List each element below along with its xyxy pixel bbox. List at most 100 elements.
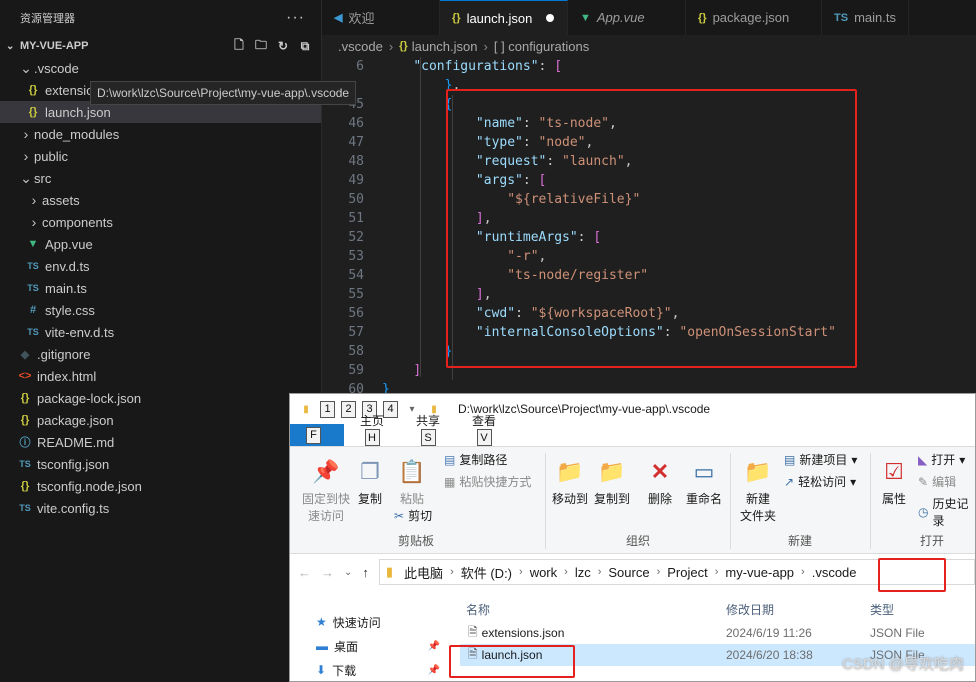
- history-button[interactable]: ◷ 历史记录: [918, 495, 975, 529]
- new-item-button[interactable]: ▤ 新建项目 ▾: [784, 451, 857, 468]
- nav-item-label: 下载: [332, 663, 357, 678]
- tree-item[interactable]: › assets: [0, 189, 321, 211]
- tree-item[interactable]: ◆ .gitignore: [0, 343, 321, 365]
- address-crumb[interactable]: work: [525, 565, 562, 580]
- breadcrumb-item[interactable]: launch.json: [412, 39, 478, 54]
- new-file-icon[interactable]: 🗋: [231, 38, 247, 54]
- line-number: 50: [348, 192, 364, 207]
- tree-item[interactable]: {} package.json: [0, 409, 321, 431]
- new-folder-icon[interactable]: 🗀: [253, 38, 269, 54]
- open-button[interactable]: ◣ 打开 ▾: [918, 451, 965, 468]
- cut-label: 剪切: [408, 509, 433, 523]
- address-crumb[interactable]: 此电脑: [399, 563, 448, 582]
- column-type[interactable]: 类型: [864, 601, 894, 618]
- tree-item-label: public: [34, 148, 68, 164]
- paste-shortcut-button[interactable]: ▦ 粘贴快捷方式: [444, 473, 531, 490]
- tab-package-json[interactable]: {} package.json: [686, 0, 822, 35]
- tab-main-ts[interactable]: TS main.ts: [822, 0, 909, 35]
- address-crumb[interactable]: 软件 (D:): [456, 563, 517, 582]
- address-crumb[interactable]: lzc: [570, 565, 596, 580]
- rename-button[interactable]: ▭ 重命名: [682, 455, 726, 508]
- chevron-right-icon[interactable]: ›: [655, 566, 663, 578]
- chevron-right-icon[interactable]: ›: [596, 566, 604, 578]
- tree-item[interactable]: › public: [0, 145, 321, 167]
- chevron-right-icon[interactable]: ›: [448, 566, 456, 578]
- copy-to-icon: 📁: [598, 458, 626, 484]
- nav-item[interactable]: ⬇ 下载 📌: [290, 658, 460, 682]
- address-crumb[interactable]: Project: [662, 565, 712, 580]
- refresh-icon[interactable]: ↻: [275, 38, 291, 54]
- nav-item[interactable]: ▬ 桌面 📌: [290, 634, 460, 658]
- tree-item[interactable]: ⌄ .vscode: [0, 57, 321, 79]
- recent-dropdown-icon[interactable]: ⌄: [344, 567, 352, 578]
- breadcrumb-item[interactable]: .vscode: [338, 39, 383, 54]
- cut-button[interactable]: ✂ 剪切: [394, 507, 432, 524]
- tree-item[interactable]: {} tsconfig.node.json: [0, 475, 321, 497]
- tree-item[interactable]: TS env.d.ts: [0, 255, 321, 277]
- delete-button[interactable]: ✕ 删除: [642, 455, 678, 508]
- tree-item[interactable]: TS tsconfig.json: [0, 453, 321, 475]
- column-name[interactable]: 名称: [460, 601, 720, 618]
- chevron-right-icon[interactable]: ›: [562, 566, 570, 578]
- tree-item[interactable]: ⓘ README.md: [0, 431, 321, 453]
- address-crumb[interactable]: my-vue-app: [720, 565, 799, 580]
- tab---[interactable]: ◀ 欢迎: [322, 0, 440, 35]
- address-crumb[interactable]: .vscode: [807, 565, 862, 580]
- code-editor[interactable]: 6 "configurations": [ }, 45 {46 "name": "…: [322, 57, 976, 397]
- collapse-all-icon[interactable]: ⧉: [297, 38, 313, 54]
- tab-label: 主页: [360, 414, 385, 428]
- tab-launch-json[interactable]: {} launch.json: [440, 0, 568, 35]
- tab-file[interactable]: F: [290, 424, 344, 446]
- tree-item-label: .vscode: [34, 60, 79, 76]
- tab-label: 欢迎: [348, 11, 375, 26]
- tree-item[interactable]: TS main.ts: [0, 277, 321, 299]
- easy-access-button[interactable]: ↗ 轻松访问 ▾: [784, 473, 856, 490]
- new-folder-button[interactable]: 📁 新建 文件夹: [736, 455, 780, 525]
- code-text: },: [444, 78, 461, 93]
- move-to-button[interactable]: 📁 移动到: [550, 455, 590, 508]
- tree-item[interactable]: › components: [0, 211, 321, 233]
- chevron-right-icon[interactable]: ›: [517, 566, 525, 578]
- tree-item[interactable]: TS vite-env.d.ts: [0, 321, 321, 343]
- more-actions-icon[interactable]: ···: [286, 9, 305, 27]
- json-icon: {}: [28, 106, 38, 118]
- properties-button[interactable]: ☑ 属性: [876, 455, 912, 508]
- copy-button[interactable]: ❐ 复制: [352, 455, 388, 508]
- tree-item[interactable]: ⌄ src: [0, 167, 321, 189]
- pin-quick-access-button[interactable]: 📌 固定到快 速访问: [296, 455, 356, 525]
- copy-to-button[interactable]: 📁 复制到: [592, 455, 632, 508]
- line-number: 47: [348, 135, 364, 150]
- pin-icon[interactable]: 📌: [428, 641, 440, 652]
- chevron-right-icon[interactable]: ›: [713, 566, 721, 578]
- unsaved-dot-icon[interactable]: [546, 14, 555, 22]
- tree-item[interactable]: {} package-lock.json: [0, 387, 321, 409]
- pin-icon[interactable]: 📌: [428, 665, 440, 676]
- paste-button[interactable]: 📋 粘贴: [394, 455, 430, 508]
- tree-item[interactable]: › node_modules: [0, 123, 321, 145]
- new-item-icon: ▤: [784, 452, 796, 467]
- tree-item[interactable]: ▼ App.vue: [0, 233, 321, 255]
- tab-view[interactable]: 查看 V: [456, 412, 512, 446]
- tree-item[interactable]: TS vite.config.ts: [0, 497, 321, 519]
- address-crumb[interactable]: Source: [603, 565, 654, 580]
- breadcrumb-item[interactable]: [ ] configurations: [494, 39, 589, 54]
- edit-button[interactable]: ✎ 编辑: [918, 473, 956, 490]
- code-text: "configurations": [: [413, 59, 563, 74]
- column-date[interactable]: 修改日期: [720, 601, 864, 618]
- tab-home[interactable]: 主页 H: [344, 412, 400, 446]
- tree-item[interactable]: <> index.html: [0, 365, 321, 387]
- tree-item-label: package.json: [37, 412, 114, 428]
- code-text: "-r",: [507, 249, 547, 264]
- address-bar[interactable]: ▮ 此电脑 › 软件 (D:) › work › lzc › Source › Project › my…: [378, 559, 975, 585]
- up-arrow-icon[interactable]: ↑: [362, 565, 369, 580]
- back-arrow-icon[interactable]: ←: [298, 565, 311, 580]
- tree-item[interactable]: # style.css: [0, 299, 321, 321]
- project-section-header[interactable]: ⌄ MY-VUE-APP 🗋 🗀 ↻ ⧉: [0, 35, 321, 57]
- file-row[interactable]: 🗎 extensions.json 2024/6/19 11:26 JSON File: [460, 622, 975, 644]
- chevron-right-icon[interactable]: ›: [799, 566, 807, 578]
- nav-item[interactable]: ★ 快速访问: [290, 610, 460, 634]
- tab-app-vue[interactable]: ▼ App.vue: [568, 0, 686, 35]
- forward-arrow-icon[interactable]: →: [321, 565, 334, 580]
- tab-share[interactable]: 共享 S: [400, 412, 456, 446]
- copy-path-button[interactable]: ▤ 复制路径: [444, 451, 507, 468]
